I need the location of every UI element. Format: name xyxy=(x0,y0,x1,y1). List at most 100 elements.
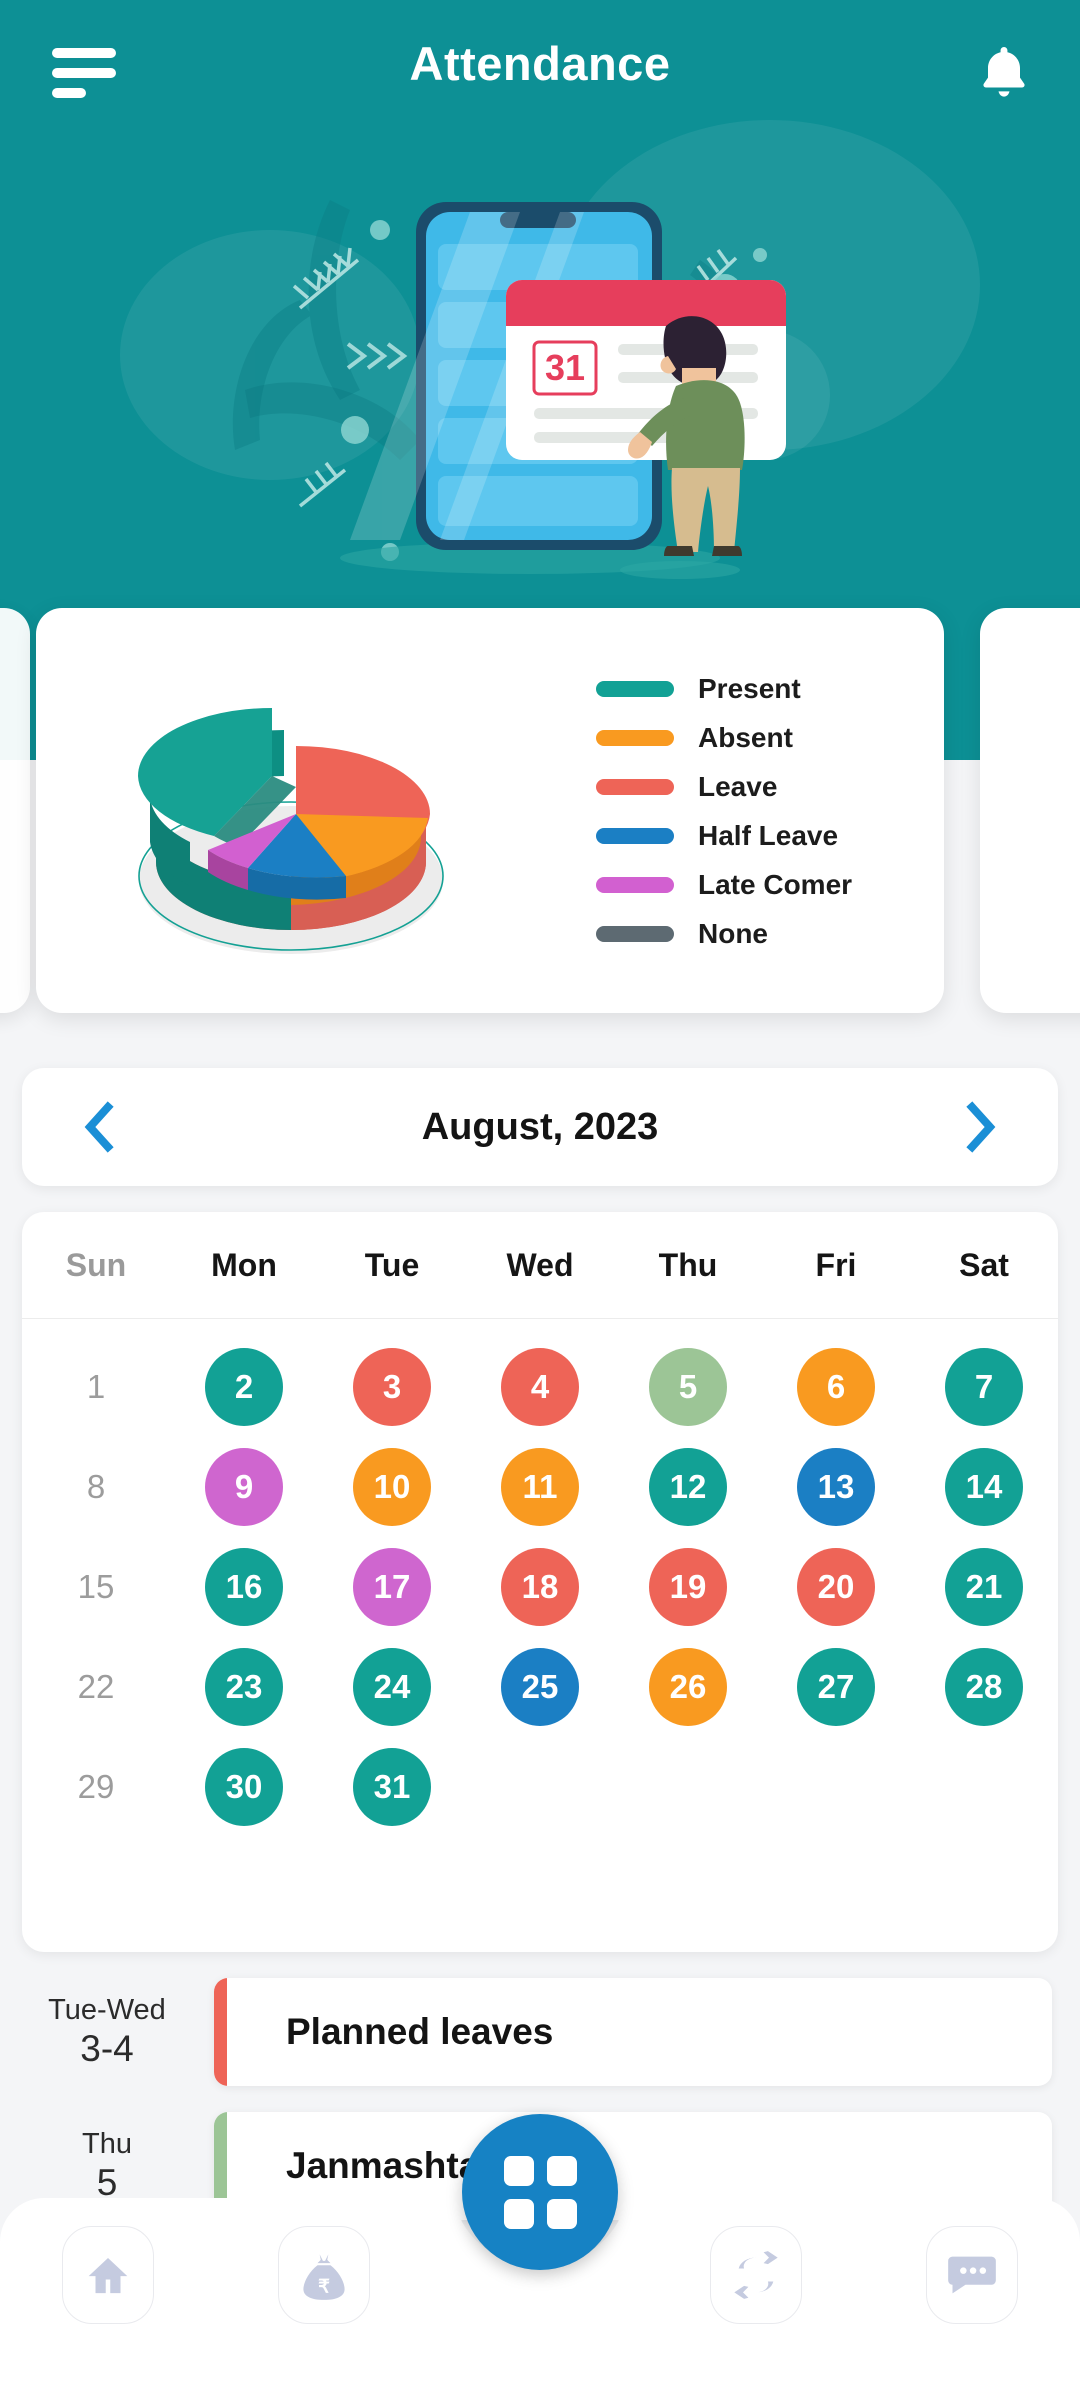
nav-item-payments[interactable]: ₹ xyxy=(216,2226,432,2324)
calendar-day-29[interactable]: 29 xyxy=(22,1768,170,1806)
calendar-day-5[interactable]: 5 xyxy=(614,1348,762,1426)
calendar-day-19[interactable]: 19 xyxy=(614,1548,762,1626)
legend-item: Half Leave xyxy=(596,811,926,860)
legend-swatch-absent xyxy=(596,729,674,746)
calendar-day-status-present: 31 xyxy=(353,1748,431,1826)
calendar-day-4[interactable]: 4 xyxy=(466,1348,614,1426)
calendar-day-6[interactable]: 6 xyxy=(762,1348,910,1426)
nav-item-sync[interactable] xyxy=(648,2226,864,2324)
calendar-day-30[interactable]: 30 xyxy=(170,1748,318,1826)
calendar-day-9[interactable]: 9 xyxy=(170,1448,318,1526)
calendar-day-number: 29 xyxy=(77,1768,115,1805)
grid-apps-icon[interactable] xyxy=(462,2114,618,2270)
event-title: Planned leaves xyxy=(286,2011,554,2052)
app-bar: Attendance xyxy=(0,0,1080,145)
notification-bell-icon[interactable] xyxy=(976,42,1032,106)
calendar-day-20[interactable]: 20 xyxy=(762,1548,910,1626)
chevron-right-icon[interactable] xyxy=(964,1101,998,1153)
legend-item: Leave xyxy=(596,762,926,811)
legend-item: Late Comer xyxy=(596,860,926,909)
legend-label-late-comer: Late Comer xyxy=(698,868,853,900)
weekday-wed: Wed xyxy=(506,1246,574,1283)
weekday-sat: Sat xyxy=(959,1246,1009,1283)
calendar-weekday-header: Sun Mon Tue Wed Thu Fri Sat xyxy=(22,1212,1058,1319)
calendar-day-status-holiday: 5 xyxy=(649,1348,727,1426)
calendar-week-row: 29 30 31 xyxy=(22,1737,1058,1837)
calendar-day-2[interactable]: 2 xyxy=(170,1348,318,1426)
calendar-day-status-present: 24 xyxy=(353,1648,431,1726)
event-day-number: 3-4 xyxy=(80,2028,134,2070)
weekday-fri: Fri xyxy=(815,1246,857,1283)
legend-swatch-leave xyxy=(596,778,674,795)
calendar-day-22[interactable]: 22 xyxy=(22,1668,170,1706)
calendar-day-status-present: 7 xyxy=(945,1348,1023,1426)
calendar-day-status-half-leave: 13 xyxy=(797,1448,875,1526)
home-icon[interactable] xyxy=(62,2226,154,2324)
stats-card-next[interactable] xyxy=(980,608,1080,1013)
calendar-week-row: 1 234567 xyxy=(22,1337,1058,1437)
calendar-day-28[interactable]: 28 xyxy=(910,1648,1058,1726)
legend-swatch-none xyxy=(596,925,674,942)
calendar-day-18[interactable]: 18 xyxy=(466,1548,614,1626)
calendar-day-1[interactable]: 1 xyxy=(22,1368,170,1406)
calendar-day-status-absent: 6 xyxy=(797,1348,875,1426)
attendance-pie-chart-card[interactable]: Present Absent Leave Half Leave Late Com… xyxy=(36,608,944,1013)
calendar-day-number: 22 xyxy=(77,1668,115,1705)
money-bag-rupee-icon[interactable]: ₹ xyxy=(278,2226,370,2324)
nav-item-home[interactable] xyxy=(0,2226,216,2324)
calendar-day-status-leave: 3 xyxy=(353,1348,431,1426)
nav-item-chat[interactable] xyxy=(864,2226,1080,2324)
chat-bubble-icon[interactable] xyxy=(926,2226,1018,2324)
legend-label-present: Present xyxy=(698,672,801,704)
legend-label-absent: Absent xyxy=(698,721,793,753)
legend-swatch-half-leave xyxy=(596,827,674,844)
page-title: Attendance xyxy=(409,37,671,90)
calendar-day-status-leave: 18 xyxy=(501,1548,579,1626)
calendar-day-14[interactable]: 14 xyxy=(910,1448,1058,1526)
calendar-day-11[interactable]: 11 xyxy=(466,1448,614,1526)
calendar-day-status-present: 14 xyxy=(945,1448,1023,1526)
calendar-day-status-present: 12 xyxy=(649,1448,727,1526)
calendar-day-status-leave: 4 xyxy=(501,1348,579,1426)
calendar-day-status-leave: 20 xyxy=(797,1548,875,1626)
calendar-day-21[interactable]: 21 xyxy=(910,1548,1058,1626)
calendar-day-12[interactable]: 12 xyxy=(614,1448,762,1526)
calendar-day-status-present: 28 xyxy=(945,1648,1023,1726)
calendar-day-23[interactable]: 23 xyxy=(170,1648,318,1726)
calendar-day-24[interactable]: 24 xyxy=(318,1648,466,1726)
event-accent-bar xyxy=(214,1978,227,2086)
calendar-day-10[interactable]: 10 xyxy=(318,1448,466,1526)
calendar-day-26[interactable]: 26 xyxy=(614,1648,762,1726)
stats-card-previous[interactable] xyxy=(0,608,30,1013)
calendar-day-status-late-comer: 9 xyxy=(205,1448,283,1526)
legend-item: Present xyxy=(596,664,926,713)
calendar-week-row: 22 23 24 25 26 27 28 xyxy=(22,1637,1058,1737)
attendance-calendar[interactable]: Sun Mon Tue Wed Thu Fri Sat 1 2 3 4 5 6 7 8 9 10 1… xyxy=(22,1212,1058,1952)
calendar-day-16[interactable]: 16 xyxy=(170,1548,318,1626)
calendar-day-number: 8 xyxy=(86,1468,106,1505)
calendar-day-status-present: 2 xyxy=(205,1348,283,1426)
stats-card-carousel[interactable]: Present Absent Leave Half Leave Late Com… xyxy=(0,608,1080,1018)
calendar-day-status-present: 27 xyxy=(797,1648,875,1726)
event-card[interactable]: Planned leaves xyxy=(214,1978,1052,2086)
calendar-day-31[interactable]: 31 xyxy=(318,1748,466,1826)
calendar-day-status-absent: 11 xyxy=(501,1448,579,1526)
event-date: Tue-Wed 3-4 xyxy=(0,1993,214,2071)
calendar-day-7[interactable]: 7 xyxy=(910,1348,1058,1426)
calendar-day-13[interactable]: 13 xyxy=(762,1448,910,1526)
calendar-day-status-absent: 10 xyxy=(353,1448,431,1526)
legend-item: None xyxy=(596,909,926,958)
calendar-day-8[interactable]: 8 xyxy=(22,1468,170,1506)
calendar-day-status-late-comer: 17 xyxy=(353,1548,431,1626)
legend-label-leave: Leave xyxy=(698,770,778,802)
sync-refresh-icon[interactable] xyxy=(710,2226,802,2324)
calendar-day-27[interactable]: 27 xyxy=(762,1648,910,1726)
chevron-left-icon[interactable] xyxy=(82,1101,116,1153)
calendar-day-status-present: 30 xyxy=(205,1748,283,1826)
calendar-day-25[interactable]: 25 xyxy=(466,1648,614,1726)
calendar-day-15[interactable]: 15 xyxy=(22,1568,170,1606)
weekday-thu: Thu xyxy=(658,1246,718,1283)
list-item[interactable]: Tue-Wed 3-4 Planned leaves xyxy=(0,1978,1080,2086)
calendar-day-3[interactable]: 3 xyxy=(318,1348,466,1426)
calendar-day-17[interactable]: 17 xyxy=(318,1548,466,1626)
